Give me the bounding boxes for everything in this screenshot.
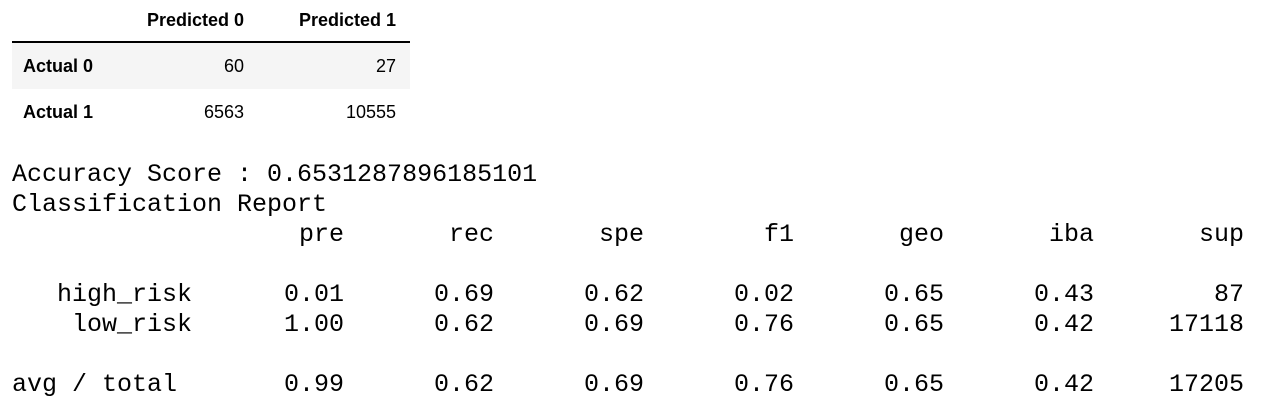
- report-cell: 0.76: [733, 310, 794, 339]
- report-label-spacer: [12, 220, 192, 250]
- report-row-low-risk: low_risk 1.00 0.62 0.69 0.76 0.65 0.42 1…: [12, 310, 1244, 340]
- report-header-row: pre rec spe f1 geo iba sup: [12, 220, 1244, 250]
- report-row-label: high_risk: [56, 280, 192, 309]
- report-cell: 0.69: [433, 280, 494, 309]
- report-cell: 0.69: [583, 370, 644, 399]
- report-total-label: avg / total: [12, 370, 178, 399]
- accuracy-score-line: Accuracy Score : 0.6531287896185101: [12, 160, 538, 189]
- table-row: Actual 0 60 27: [12, 42, 410, 89]
- report-cell: 0.65: [883, 310, 944, 339]
- table-corner-cell: [12, 0, 120, 43]
- report-cell: 0.99: [283, 370, 344, 399]
- table-row: Actual 1 6563 10555: [12, 89, 410, 136]
- table-cell: 10555: [345, 102, 396, 122]
- report-row-high-risk: high_risk 0.01 0.69 0.62 0.02 0.65 0.43 …: [12, 280, 1244, 310]
- report-cell: 87: [1213, 280, 1244, 309]
- report-cell: 0.62: [433, 370, 494, 399]
- report-spacer-row: [12, 340, 1244, 370]
- report-cell: 0.62: [583, 280, 644, 309]
- report-header-f1: f1: [763, 220, 794, 249]
- report-header-spe: spe: [598, 220, 644, 249]
- report-header-rec: rec: [448, 220, 494, 249]
- report-cell: 17118: [1168, 310, 1244, 339]
- report-cell: 0.65: [883, 280, 944, 309]
- report-cell: 0.69: [583, 310, 644, 339]
- table-cell: 60: [223, 55, 244, 76]
- report-header-pre: pre: [298, 220, 344, 249]
- report-cell: 0.65: [883, 370, 944, 399]
- confusion-matrix-table: Predicted 0 Predicted 1 Actual 0 60 27 A…: [12, 0, 410, 136]
- column-header-predicted-0: Predicted 0: [120, 0, 244, 43]
- report-cell: 0.42: [1033, 310, 1094, 339]
- table-cell: 27: [375, 55, 396, 76]
- table-header-row: Predicted 0 Predicted 1: [12, 0, 410, 43]
- report-cell: 0.42: [1033, 370, 1094, 399]
- report-cell: 0.01: [283, 280, 344, 309]
- report-cell: 17205: [1168, 370, 1244, 399]
- report-cell: 0.76: [733, 370, 794, 399]
- report-cell: 0.62: [433, 310, 494, 339]
- report-cell: 1.00: [283, 310, 344, 339]
- report-row-label: low_risk: [71, 310, 192, 339]
- classification-report-title: Classification Report: [12, 190, 328, 219]
- report-cell: 0.43: [1033, 280, 1094, 309]
- notebook-output: Predicted 0 Predicted 1 Actual 0 60 27 A…: [0, 0, 1262, 406]
- column-header-predicted-1: Predicted 1: [244, 0, 410, 43]
- report-header-sup: sup: [1198, 220, 1244, 249]
- report-header-geo: geo: [898, 220, 944, 249]
- classification-report-table: pre rec spe f1 geo iba sup high_risk 0.0…: [12, 220, 1244, 400]
- table-cell: 6563: [203, 102, 244, 122]
- row-header-actual-0: Actual 0: [23, 55, 94, 76]
- report-header-iba: iba: [1048, 220, 1094, 249]
- report-cell: 0.02: [733, 280, 794, 309]
- row-header-actual-1: Actual 1: [23, 102, 94, 122]
- report-spacer-row: [12, 250, 1244, 280]
- report-row-avg-total: avg / total 0.99 0.62 0.69 0.76 0.65 0.4…: [12, 370, 1244, 400]
